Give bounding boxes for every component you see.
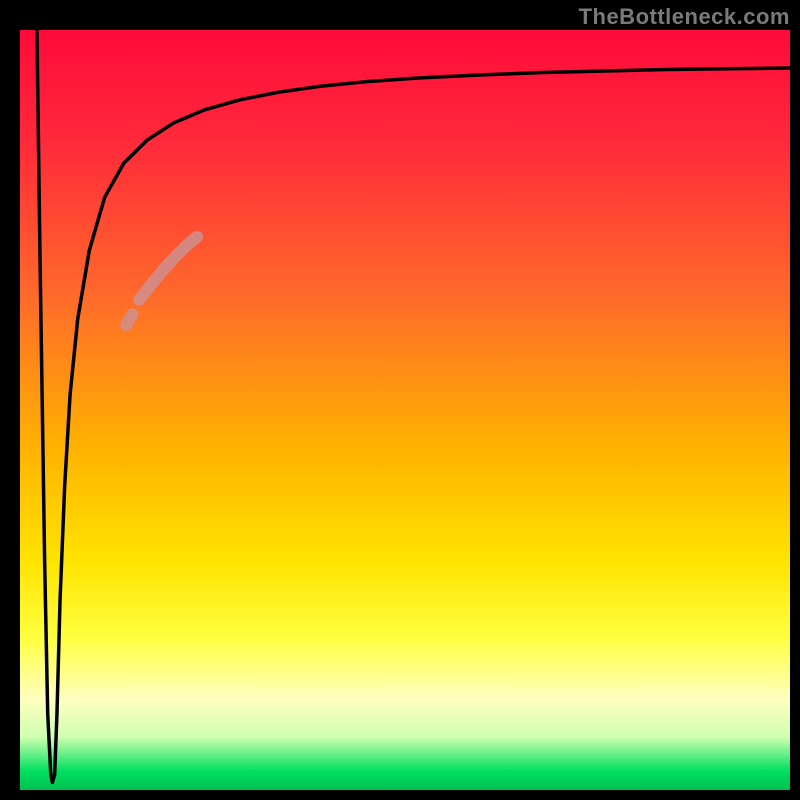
chart-container: TheBottleneck.com [0,0,800,800]
highlight-dot-lower [126,314,132,325]
bottleneck-curve-chart [0,0,800,800]
gradient-background [20,30,790,790]
frame-border [0,0,20,800]
watermark-text: TheBottleneck.com [579,4,790,30]
frame-border [790,0,800,800]
frame-border [0,790,800,800]
